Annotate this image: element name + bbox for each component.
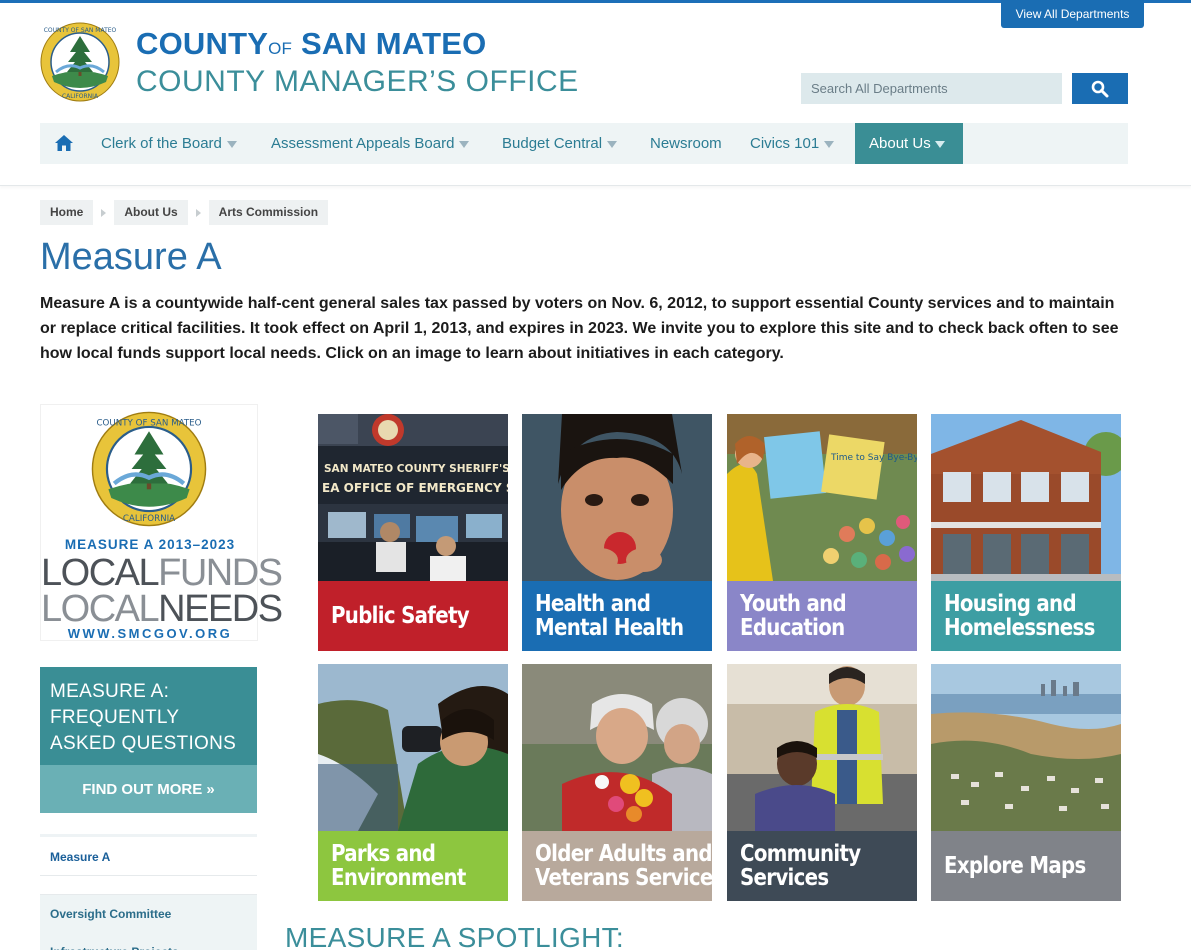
- chevron-down-icon: [226, 140, 237, 148]
- book-cover-text: Time to Say Bye-Bye: [830, 453, 917, 463]
- promo-local-needs: LOCALNEEDS: [41, 588, 283, 630]
- seal-top-text: COUNTY OF SAN MATEO: [96, 419, 201, 429]
- tile-label: Youth and Education: [727, 581, 917, 651]
- nav-item-clerk-of-the-board[interactable]: Clerk of the Board: [101, 123, 237, 164]
- side-nav-item-infrastructure-projects[interactable]: Infrastructure Projects: [40, 933, 257, 950]
- older-adults-photo: [522, 664, 712, 831]
- side-nav: Measure A Oversight Committee Infrastruc…: [40, 834, 257, 950]
- community-photo: [727, 664, 917, 831]
- side-nav-spacer: [40, 876, 257, 895]
- spotlight-heading: MEASURE A SPOTLIGHT:: [285, 922, 624, 950]
- parks-photo: [318, 664, 508, 831]
- seal-bottom-text: CALIFORNIA: [62, 93, 99, 100]
- side-nav-item-oversight-committee[interactable]: Oversight Committee: [40, 895, 257, 933]
- photo-sign-line-1: SAN MATEO COUNTY SHERIFF'S: [324, 463, 508, 475]
- nav-item-budget-central[interactable]: Budget Central: [502, 123, 618, 164]
- breadcrumb: Home About Us Arts Commission: [40, 200, 329, 225]
- housing-photo: [931, 414, 1121, 581]
- site-title-county[interactable]: COUNTYOF SAN MATEO: [136, 26, 486, 62]
- chevron-down-icon: [824, 140, 835, 148]
- tile-label: Explore Maps: [931, 831, 1121, 901]
- tile-older-adults-and-veterans-services[interactable]: Older Adults and Veterans Services: [522, 664, 712, 901]
- maps-photo: [931, 664, 1121, 831]
- tile-label-line-1: Youth and: [740, 591, 847, 617]
- tile-label: Older Adults and Veterans Services: [522, 831, 712, 901]
- nav-item-civics-101[interactable]: Civics 101: [750, 123, 835, 164]
- tile-label-text: Explore Maps: [944, 853, 1086, 879]
- page-title: Measure A: [40, 236, 222, 278]
- tile-label-line-1: Parks and: [331, 841, 436, 867]
- tile-label: Parks and Environment: [318, 831, 508, 901]
- breadcrumb-home[interactable]: Home: [40, 200, 94, 225]
- breadcrumb-separator-icon: [101, 208, 107, 217]
- promo-url: WWW.SMCGOV.ORG: [67, 626, 233, 641]
- seal-bottom-text: CALIFORNIA: [123, 514, 175, 524]
- tile-label: Housing and Homelessness: [931, 581, 1121, 651]
- tile-label-line-2: Services: [740, 865, 829, 891]
- breadcrumb-arts-commission[interactable]: Arts Commission: [208, 200, 329, 225]
- tile-label: Health and Mental Health: [522, 581, 712, 651]
- chevron-down-icon: [459, 140, 470, 148]
- tile-label-line-2: Education: [740, 615, 845, 641]
- nav-item-label: Civics 101: [750, 135, 820, 152]
- promo-local-funds: LOCALFUNDS: [41, 553, 283, 593]
- tile-youth-and-education[interactable]: Time to Say Bye-Bye Youth and Education: [727, 414, 917, 651]
- page-intro: Measure A is a countywide half-cent gene…: [40, 295, 1119, 362]
- tile-label-line-1: Community: [740, 841, 861, 867]
- nav-item-about-us[interactable]: About Us: [855, 123, 963, 164]
- side-nav-item-measure-a[interactable]: Measure A: [40, 834, 257, 876]
- breadcrumb-about-us[interactable]: About Us: [114, 200, 188, 225]
- main-nav: Clerk of the Board Assessment Appeals Bo…: [40, 123, 1128, 164]
- nav-item-newsroom[interactable]: Newsroom: [650, 123, 722, 164]
- nav-item-label: Assessment Appeals Board: [271, 135, 455, 152]
- tile-label-line-2: Veterans Services: [535, 865, 712, 891]
- find-out-more-button[interactable]: FIND OUT MORE »: [40, 765, 257, 813]
- tile-parks-and-environment[interactable]: Parks and Environment: [318, 664, 508, 901]
- public-safety-photo: SAN MATEO COUNTY SHERIFF'S EA OFFICE OF …: [318, 414, 508, 581]
- tile-label-line-1: Health and: [535, 591, 651, 617]
- tile-label-line-1: Housing and: [944, 591, 1077, 617]
- nav-item-label: About Us: [869, 135, 931, 152]
- seal-top-text: COUNTY OF SAN MATEO: [44, 27, 117, 34]
- search-icon: [1091, 80, 1109, 97]
- site-title-office[interactable]: COUNTY MANAGER’S OFFICE: [136, 65, 579, 99]
- tile-label-line-1: Older Adults and: [535, 841, 712, 867]
- tile-label-line-2: Mental Health: [535, 615, 684, 641]
- tile-public-safety[interactable]: SAN MATEO COUNTY SHERIFF'S EA OFFICE OF …: [318, 414, 508, 651]
- promo-local: LOCAL: [41, 588, 160, 630]
- tile-label-line-2: Environment: [331, 865, 466, 891]
- chevron-down-icon: [934, 140, 945, 148]
- title-san-mateo: SAN MATEO: [300, 26, 487, 61]
- view-all-departments-button[interactable]: View All Departments: [1001, 0, 1144, 28]
- tile-label-line-2: Homelessness: [944, 615, 1095, 641]
- measure-a-promo-image: COUNTY OF SAN MATEO CALIFORNIA MEASURE A…: [40, 404, 283, 641]
- title-county: COUNTY: [136, 26, 269, 61]
- tile-label: Public Safety: [318, 581, 508, 651]
- promo-needs: NEEDS: [158, 588, 283, 630]
- faq-box: MEASURE A: FREQUENTLY ASKED QUESTIONS: [40, 667, 257, 765]
- tile-housing-and-homelessness[interactable]: Housing and Homelessness: [931, 414, 1121, 651]
- home-icon[interactable]: [54, 134, 74, 152]
- health-photo: [522, 414, 712, 581]
- photo-sign-line-2: EA OFFICE OF EMERGENCY SERVICE: [322, 481, 508, 495]
- title-of: OF: [268, 39, 293, 58]
- tile-community-services[interactable]: Community Services: [727, 664, 917, 901]
- nav-item-label: Newsroom: [650, 135, 722, 152]
- county-seal-logo[interactable]: COUNTY OF SAN MATEO CALIFORNIA: [40, 22, 120, 102]
- promo-years: MEASURE A 2013–2023: [64, 537, 236, 552]
- tile-label-text: Public Safety: [331, 603, 470, 629]
- search-input[interactable]: [801, 73, 1062, 104]
- chevron-down-icon: [607, 140, 618, 148]
- nav-item-assessment-appeals-board[interactable]: Assessment Appeals Board: [271, 123, 470, 164]
- youth-photo: Time to Say Bye-Bye: [727, 414, 917, 581]
- nav-item-label: Budget Central: [502, 135, 603, 152]
- tile-health-and-mental-health[interactable]: Health and Mental Health: [522, 414, 712, 651]
- nav-item-label: Clerk of the Board: [101, 135, 222, 152]
- tile-label: Community Services: [727, 831, 917, 901]
- search-button[interactable]: [1072, 73, 1128, 104]
- breadcrumb-separator-icon: [195, 208, 201, 217]
- county-seal-icon: COUNTY OF SAN MATEO CALIFORNIA: [91, 411, 207, 527]
- tile-explore-maps[interactable]: Explore Maps: [931, 664, 1121, 901]
